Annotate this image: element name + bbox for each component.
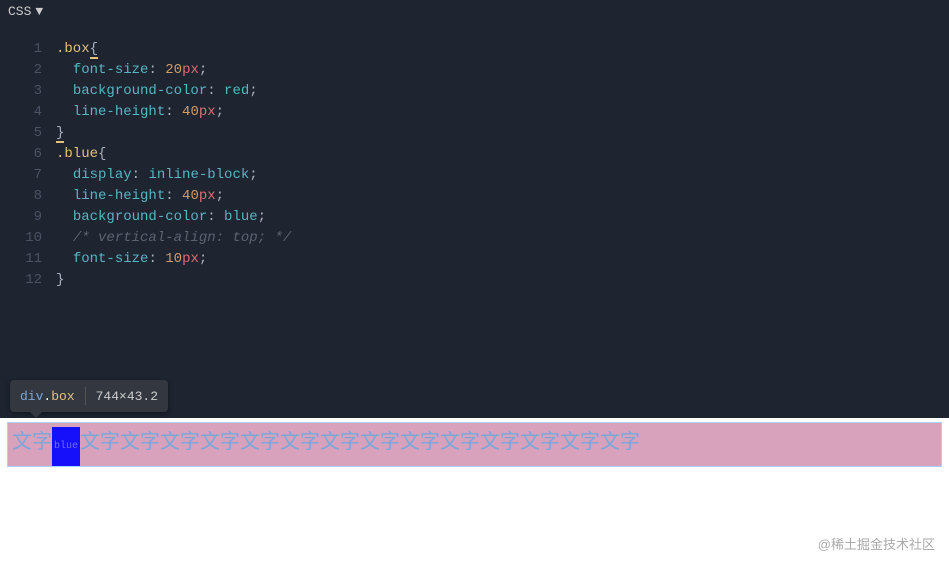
css-unit: px (182, 251, 199, 267)
line-number: 8 (0, 186, 42, 207)
blue-element[interactable]: blue (52, 427, 80, 466)
language-selector[interactable]: CSS ▼ (0, 0, 949, 23)
css-value: 10 (165, 251, 182, 267)
watermark: @稀土掘金技术社区 (818, 534, 935, 553)
css-value: red (224, 83, 249, 99)
line-number: 4 (0, 102, 42, 123)
css-selector: .blue (56, 146, 98, 162)
css-unit: px (182, 62, 199, 78)
css-property: line-height (73, 188, 165, 204)
language-label: CSS (8, 4, 31, 19)
css-property: line-height (73, 104, 165, 120)
line-number: 3 (0, 81, 42, 102)
brace: } (56, 125, 64, 143)
box-element[interactable]: 文字blue文字文字文字文字文字文字文字文字文字文字文字文字文字文字 (8, 423, 941, 466)
css-value: blue (224, 209, 258, 225)
preview-pane: 文字blue文字文字文字文字文字文字文字文字文字文字文字文字文字文字 (0, 423, 949, 466)
css-unit: px (199, 104, 216, 120)
css-property: background-color (73, 83, 207, 99)
css-value: 40 (182, 188, 199, 204)
line-number: 5 (0, 123, 42, 144)
line-number: 11 (0, 249, 42, 270)
element-inspector-tooltip: div.box 744×43.2 (10, 380, 168, 412)
tooltip-tagname: div (20, 389, 43, 404)
css-selector: .box (56, 41, 90, 57)
tooltip-arrow-icon (30, 412, 42, 418)
code-editor: CSS ▼ 1 2 3 4 5 6 7 8 9 10 11 12 .box{ f… (0, 0, 949, 418)
brace: { (90, 41, 98, 59)
css-property: background-color (73, 209, 207, 225)
line-number: 10 (0, 228, 42, 249)
tooltip-dimensions: 744×43.2 (86, 383, 168, 410)
line-number: 2 (0, 60, 42, 81)
line-number: 12 (0, 270, 42, 291)
brace: } (56, 272, 64, 288)
box-text-before: 文字 (12, 432, 52, 455)
css-property: font-size (73, 62, 149, 78)
css-value: inline-block (148, 167, 249, 183)
css-property: font-size (73, 251, 149, 267)
line-number: 1 (0, 39, 42, 60)
css-unit: px (199, 188, 216, 204)
css-comment: /* vertical-align: top; */ (73, 230, 291, 246)
code-content[interactable]: .box{ font-size: 20px; background-color:… (56, 39, 291, 291)
line-number: 9 (0, 207, 42, 228)
css-value: 20 (165, 62, 182, 78)
chevron-down-icon: ▼ (35, 4, 43, 19)
line-number: 6 (0, 144, 42, 165)
brace: { (98, 146, 106, 162)
line-number: 7 (0, 165, 42, 186)
line-number-gutter: 1 2 3 4 5 6 7 8 9 10 11 12 (0, 39, 56, 291)
box-text-after: 文字文字文字文字文字文字文字文字文字文字文字文字文字文字 (80, 432, 640, 455)
tooltip-classname: box (51, 389, 74, 404)
css-value: 40 (182, 104, 199, 120)
css-property: display (73, 167, 132, 183)
